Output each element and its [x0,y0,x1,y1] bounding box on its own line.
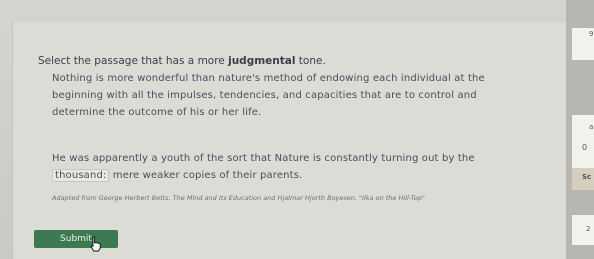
sidebar-glyph-4: Sc [582,173,592,181]
passage-2-highlight: thousand: [52,169,110,182]
passage-2-text-after: mere weaker copies of their parents. [109,170,303,181]
sidebar-glyph-1: 9 [589,30,594,38]
source-credit: Adapted from George Herbert Betts, The M… [52,194,425,202]
passage-option-2[interactable]: He was apparently a youth of the sort th… [52,150,522,184]
prompt-text-before: Select the passage that has a more [38,55,229,67]
sidebar-card-4[interactable]: Sc [572,168,594,190]
hand-cursor-icon [90,236,101,252]
submit-button[interactable]: Submit [34,230,118,248]
prompt-emphasis: judgmental [228,55,296,67]
passage-option-1[interactable]: Nothing is more wonderful than nature's … [52,70,522,121]
passage-1-text: Nothing is more wonderful than nature's … [52,73,485,118]
passage-2-text-before: He was apparently a youth of the sort th… [52,153,475,164]
sidebar-glyph-3: 0 [582,143,588,152]
sidebar-card-5[interactable]: 2 [572,215,594,245]
sidebar-glyph-2: a [589,123,594,131]
sidebar-card-3[interactable]: 0 [572,140,594,170]
sidebar-glyph-5: 2 [586,225,591,233]
sidebar-card-1[interactable]: 9 [572,28,594,60]
prompt-text-after: tone. [295,55,326,67]
question-prompt: Select the passage that has a more judgm… [38,55,326,67]
